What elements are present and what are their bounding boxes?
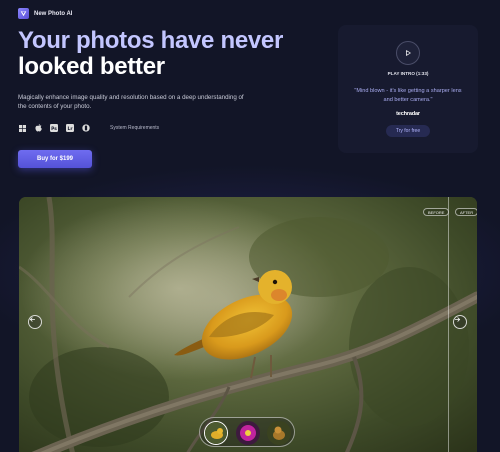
sample-photo: [19, 197, 477, 452]
system-requirements-link[interactable]: System Requirements: [110, 125, 159, 131]
intro-card: PLAY INTRO (1:33) "Mind blown - it's lik…: [338, 25, 478, 153]
image-comparison-viewer[interactable]: BEFORE AFTER: [19, 197, 477, 452]
buy-button[interactable]: Buy for $199: [18, 150, 92, 168]
next-image-button[interactable]: [453, 315, 467, 329]
brand-name: New Photo AI: [34, 10, 73, 17]
comparison-divider[interactable]: [448, 197, 449, 452]
headline-line-1: Your photos have never: [18, 27, 284, 54]
photoshop-icon: Ps: [50, 124, 58, 132]
play-button[interactable]: [396, 41, 420, 65]
platform-list: Ps Lr System Requirements: [18, 124, 318, 132]
windows-icon: [18, 124, 26, 132]
hero-description: Magically enhance image quality and reso…: [18, 94, 244, 110]
press-logo: techradar: [396, 111, 420, 117]
svg-text:Lr: Lr: [68, 126, 74, 132]
after-label: AFTER: [455, 208, 477, 216]
arrow-right-icon: [454, 317, 461, 322]
press-quote: "Mind blown - it's like getting a sharpe…: [354, 88, 462, 103]
thumbnail-selector: [199, 417, 295, 447]
app-logo-icon: [18, 8, 29, 19]
svg-text:Ps: Ps: [51, 126, 57, 132]
headline-line-2: looked better: [18, 53, 165, 80]
play-intro-label[interactable]: PLAY INTRO (1:33): [338, 71, 478, 76]
previous-image-button[interactable]: [28, 315, 42, 329]
thumbnail-bird-brown[interactable]: [267, 421, 291, 445]
before-label: BEFORE: [423, 208, 450, 216]
hero-section: New Photo AI Your photos have never look…: [18, 8, 318, 132]
apple-icon: [34, 124, 42, 132]
page-title: Your photos have never looked better: [18, 28, 318, 80]
thumbnail-bird-yellow[interactable]: [204, 421, 228, 445]
play-icon: [406, 50, 411, 56]
plugin-icon: [82, 124, 90, 132]
try-free-button[interactable]: Try for free: [386, 125, 430, 137]
lightroom-icon: Lr: [66, 124, 74, 132]
brand[interactable]: New Photo AI: [18, 8, 318, 19]
thumbnail-flower-magenta[interactable]: [236, 421, 260, 445]
arrow-left-icon: [29, 317, 36, 322]
